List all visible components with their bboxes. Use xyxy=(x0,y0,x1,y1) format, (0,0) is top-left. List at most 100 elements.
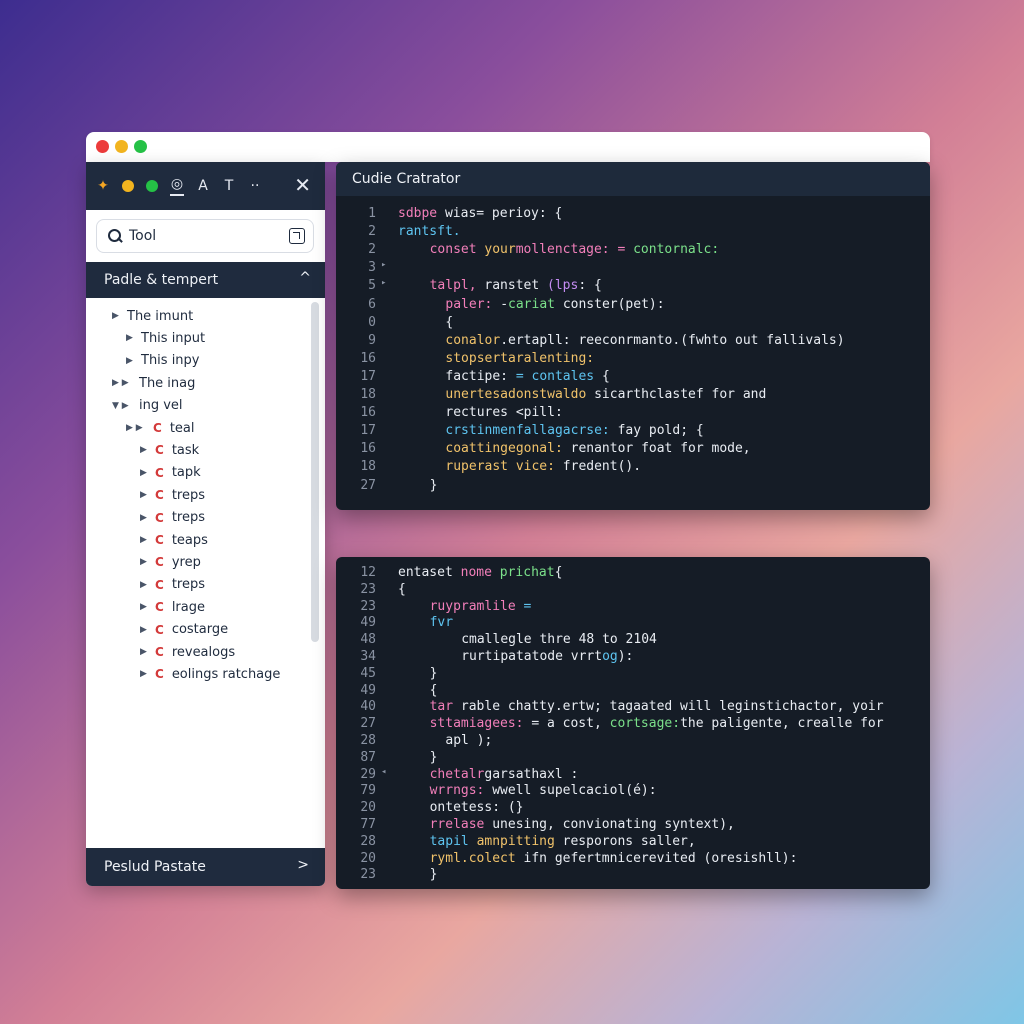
tree-item[interactable]: ▶ ▶ The inag xyxy=(112,373,195,393)
code-editor-top[interactable]: Cudie Cratrator 1 sdbpe wias= perioy: {2 r… xyxy=(336,162,930,510)
chevron-right-icon[interactable]: > xyxy=(297,857,309,873)
code-line[interactable]: 16 rectures <pill: xyxy=(336,405,930,423)
code-line[interactable]: 27} xyxy=(336,478,930,496)
code-line[interactable]: 18 unertesadonstwaldo sicarthclastef for … xyxy=(336,387,930,405)
expand-arrow-icon[interactable]: ▶ xyxy=(126,333,134,343)
globe-icon[interactable]: ◎ xyxy=(170,176,184,196)
code-line[interactable]: 40 tar rable chatty.ertw; tagaated will … xyxy=(336,699,930,717)
lock-icon[interactable]: A xyxy=(196,178,210,194)
code-line[interactable]: 79 wrrngs: wwell supelcaciol(é): xyxy=(336,783,930,801)
code-line[interactable]: 48 cmallegle thre 48 to 2104 xyxy=(336,632,930,650)
fold-icon[interactable]: ▸ xyxy=(381,278,386,288)
sidebar-footer[interactable]: Peslud Pastate > xyxy=(86,848,325,886)
fold-icon[interactable]: ◂ xyxy=(381,767,386,777)
yellow-dot-icon[interactable] xyxy=(122,180,134,192)
code-line[interactable]: 20 ontetess: (} xyxy=(336,800,930,818)
expand-arrow-icon[interactable]: ▶ xyxy=(140,445,148,455)
code-line[interactable]: 16 coattingegonal: renantor foat for mod… xyxy=(336,441,930,459)
spark-icon[interactable]: ✦ xyxy=(96,178,110,194)
close-window-button[interactable] xyxy=(96,140,109,153)
code-line[interactable]: 34 rurtipatatode vrrtog): xyxy=(336,649,930,667)
code-line[interactable]: 77 rrelase unesing, convionating syntext… xyxy=(336,817,930,835)
close-icon[interactable]: ✕ xyxy=(294,173,311,197)
code-line[interactable]: 1 sdbpe wias= perioy: { xyxy=(336,206,930,224)
search-input[interactable]: Tool xyxy=(96,219,314,253)
tree-item[interactable]: ▶ Ctreps xyxy=(140,575,205,595)
code-line[interactable]: 2 conset yourmollenctage: = contornalc: xyxy=(336,242,930,260)
tree-item[interactable]: ▶ Cteaps xyxy=(140,530,208,550)
code-line[interactable]: 23 ruypramlile = xyxy=(336,599,930,617)
code-line[interactable]: 18 ruperast vice: fredent(). xyxy=(336,459,930,477)
sidebar-scrollbar[interactable] xyxy=(311,302,319,642)
expand-arrow-icon[interactable]: ▶ xyxy=(140,669,148,679)
tree-item[interactable]: ▶ Ceolings ratchage xyxy=(140,664,280,684)
expand-arrow-icon[interactable]: ▶ xyxy=(140,557,148,567)
code-line[interactable]: 27 sttamiagees: = a cost, cortsage:the p… xyxy=(336,716,930,734)
expand-arrow-icon[interactable]: ▶ xyxy=(140,647,148,657)
tree-item[interactable]: ▼ ▶ ing vel xyxy=(112,396,183,416)
tree-item[interactable]: ▶ Crevealogs xyxy=(140,642,235,662)
expand-arrow-icon[interactable]: ▶ xyxy=(126,356,134,366)
code-line[interactable]: 17 factipe: = contales { xyxy=(336,369,930,387)
line-number: 16 xyxy=(360,350,376,366)
code-token: amnpitting xyxy=(476,833,563,849)
tree-item[interactable]: ▶ This input xyxy=(126,328,205,348)
code-line[interactable]: 87} xyxy=(336,750,930,768)
expand-arrow-icon[interactable]: ▶ xyxy=(140,490,148,500)
expand-arrow-icon[interactable]: ▶ xyxy=(140,535,148,545)
code-line[interactable]: 49 { xyxy=(336,683,930,701)
code-line[interactable]: 45} xyxy=(336,666,930,684)
fold-icon[interactable]: ▸ xyxy=(381,260,386,270)
code-line[interactable]: 20 ryml.colect ifn gefertmnicerevited (o… xyxy=(336,851,930,869)
code-line[interactable]: 23 { xyxy=(336,582,930,600)
tree-item[interactable]: ▶ Ccostarge xyxy=(140,620,228,640)
code-editor-bottom[interactable]: 12 entaset nome prichat{23{23 ruypramlile … xyxy=(336,557,930,889)
tree-item[interactable]: ▶ Ctapk xyxy=(140,463,201,483)
code-line[interactable]: 9 conalor.ertapll: reeconrmanto.(fwhto ou… xyxy=(336,333,930,351)
code-line[interactable]: 16 stopsertaralenting: xyxy=(336,351,930,369)
tree-item[interactable]: ▶ Cyrep xyxy=(140,552,201,572)
expand-arrow-icon[interactable]: ▶ xyxy=(140,468,148,478)
expand-arrow-icon[interactable]: ▶ xyxy=(140,580,148,590)
code-line[interactable]: 0{ xyxy=(336,315,930,333)
chevron-up-icon[interactable]: ^ xyxy=(299,270,311,286)
code-line[interactable]: 29 ◂ chetalrgarsathaxl : xyxy=(336,767,930,785)
code-line[interactable]: 23 } xyxy=(336,867,930,885)
code-line[interactable]: 28 tapil amnpitting resporons saller, xyxy=(336,834,930,852)
code-line[interactable]: 12 entaset nome prichat{ xyxy=(336,565,930,583)
code-line[interactable]: 17 crstinmenfallagacrse: fay pold; { xyxy=(336,423,930,441)
code-line[interactable]: 28 apl ); xyxy=(336,733,930,751)
expand-arrow-icon[interactable]: ▶ xyxy=(140,625,148,635)
minimize-window-button[interactable] xyxy=(115,140,128,153)
text-icon[interactable]: T xyxy=(222,178,236,194)
expand-arrow-icon[interactable]: ▶ ▶ xyxy=(112,378,132,388)
expand-arrow-icon[interactable]: ▶ xyxy=(140,602,148,612)
tree-item[interactable]: ▶ ▶ Cteal xyxy=(126,418,195,438)
code-token: fay pold; { xyxy=(617,423,704,439)
line-number: 23 xyxy=(360,581,376,597)
tree-item[interactable]: ▶ Ctreps xyxy=(140,508,205,528)
open-external-icon[interactable] xyxy=(289,228,305,244)
tree-item[interactable]: ▶ This inpy xyxy=(126,351,200,371)
code-line[interactable]: 5 ▸ talpl, ranstet (lps: { xyxy=(336,278,930,296)
green-dot-icon[interactable] xyxy=(146,180,158,192)
code-line[interactable]: 6 paler: -cariat conster(pet): xyxy=(336,297,930,315)
section-header[interactable]: Padle & tempert ^ xyxy=(86,262,325,298)
tree-item[interactable]: ▶ Ctreps xyxy=(140,485,205,505)
expand-arrow-icon[interactable]: ▼ ▶ xyxy=(112,401,132,411)
more-icon[interactable]: ·· xyxy=(248,178,262,194)
code-line[interactable]: 2 rantsft. xyxy=(336,224,930,242)
code-text: coattingegonal: renantor foat for mode, xyxy=(445,441,750,456)
line-number: 79 xyxy=(360,783,376,799)
expand-arrow-icon[interactable]: ▶ xyxy=(140,513,148,523)
tree-item[interactable]: ▶ Clrage xyxy=(140,597,205,617)
code-line[interactable]: 3 ▸ xyxy=(336,260,930,278)
code-token: rurtipatatode xyxy=(461,649,571,664)
tree-item[interactable]: ▶ The imunt xyxy=(112,306,193,326)
code-text: apl ); xyxy=(445,733,492,748)
expand-arrow-icon[interactable]: ▶ ▶ xyxy=(126,423,146,433)
maximize-window-button[interactable] xyxy=(134,140,147,153)
code-line[interactable]: 49 fvr xyxy=(336,615,930,633)
expand-arrow-icon[interactable]: ▶ xyxy=(112,311,120,321)
tree-item[interactable]: ▶ Ctask xyxy=(140,440,199,460)
